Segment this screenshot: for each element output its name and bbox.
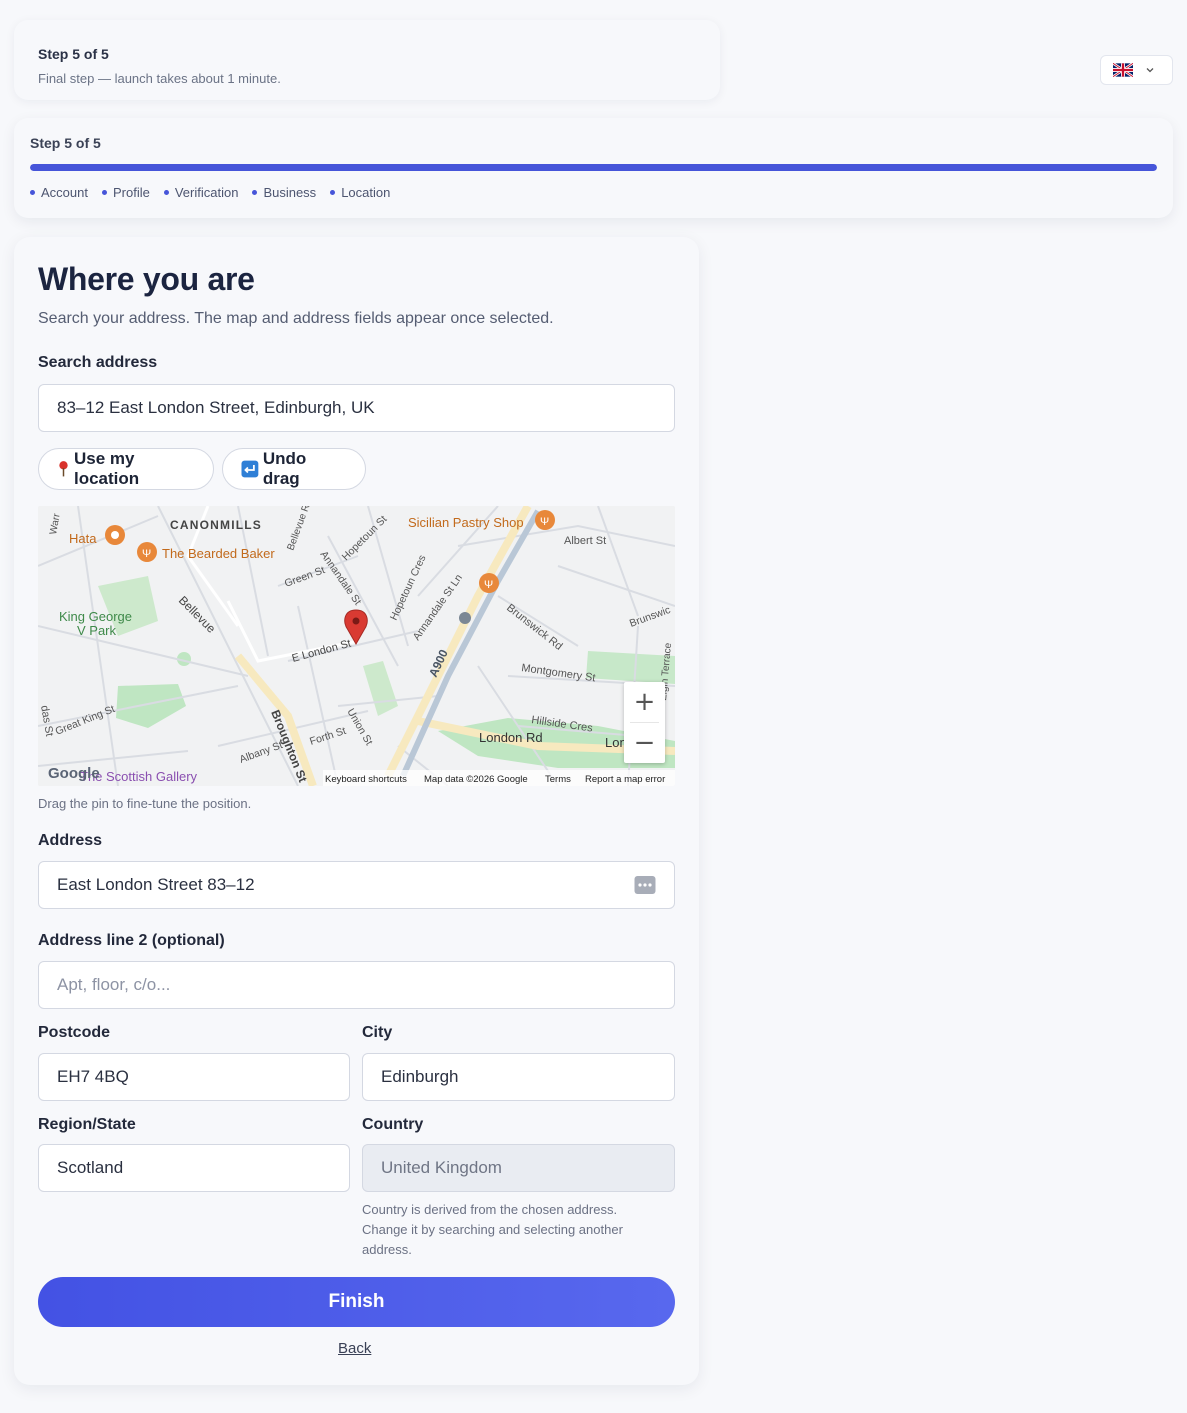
- poi-marker-hata[interactable]: [105, 525, 125, 545]
- address-value: East London Street 83–12: [57, 875, 255, 894]
- country-input: United Kingdom: [362, 1144, 675, 1192]
- step-item-business: Business: [252, 185, 316, 200]
- step-dot: [252, 190, 258, 195]
- search-address-label: Search address: [38, 354, 158, 371]
- zoom-out-button[interactable]: −: [624, 723, 665, 763]
- step-dot: [101, 190, 107, 195]
- chevron-down-icon: [1146, 68, 1154, 73]
- city-input[interactable]: Edinburgh: [362, 1053, 675, 1101]
- step-item-location: Location: [330, 185, 390, 200]
- use-my-location-label: Use my location: [74, 449, 140, 488]
- address-input[interactable]: East London Street 83–12: [38, 861, 675, 909]
- step-label: Account: [41, 185, 88, 200]
- country-label: Country: [362, 1116, 424, 1133]
- poi-marker-sicilian[interactable]: Ψ: [535, 510, 555, 530]
- step-item-account: Account: [30, 185, 88, 200]
- map-hint: Drag the pin to fine-tune the position.: [38, 796, 252, 811]
- step-dot: [30, 190, 35, 195]
- map-label-v-park: V Park: [77, 623, 117, 638]
- pushpin-icon: [59, 461, 68, 477]
- map-report-error-link[interactable]: Report a map error: [585, 774, 665, 785]
- address-line-2-input[interactable]: Apt, floor, c/o...: [38, 961, 675, 1009]
- zoom-in-button[interactable]: +: [624, 682, 665, 722]
- map-label-canonmills: CANONMILLS: [170, 518, 262, 532]
- step-label: Location: [341, 185, 391, 200]
- progress-bar: [30, 164, 1157, 171]
- map-canvas[interactable]: Hata Ψ The Bearded Baker CANONMILLS Ψ Si…: [38, 506, 675, 786]
- autofill-icon[interactable]: [634, 875, 656, 895]
- step-list: Account Profile Verification Business Lo…: [30, 185, 1157, 200]
- use-my-location-button[interactable]: Use my location: [38, 448, 214, 490]
- address-line-2-label: Address line 2 (optional): [38, 932, 225, 949]
- google-logo: Google: [48, 765, 100, 782]
- progress-bar-fill: [30, 164, 1157, 171]
- step-item-verification: Verification: [163, 185, 239, 200]
- map-keyboard-shortcuts-link[interactable]: Keyboard shortcuts: [325, 774, 407, 785]
- step-title: Step 5 of 5: [38, 46, 109, 62]
- undo-icon: [241, 460, 259, 478]
- page-title: Where you are: [38, 261, 255, 297]
- step-subtitle: Final step — launch takes about 1 minute…: [38, 71, 281, 86]
- postcode-input[interactable]: EH7 4BQ: [38, 1053, 350, 1101]
- svg-text:Ψ: Ψ: [540, 516, 549, 528]
- step-item-profile: Profile: [101, 185, 150, 200]
- step-label: Business: [263, 185, 317, 200]
- map-data-attribution: Map data ©2026 Google: [424, 774, 528, 785]
- transit-icon: [459, 612, 471, 624]
- map-label-albert-st: Albert St: [564, 535, 606, 547]
- back-link[interactable]: Back: [338, 1340, 371, 1357]
- postcode-label: Postcode: [38, 1024, 111, 1041]
- city-label: City: [362, 1024, 393, 1041]
- map-label-bearded-baker: The Bearded Baker: [162, 546, 275, 561]
- step-dot: [163, 190, 169, 195]
- language-selector[interactable]: [1100, 55, 1173, 85]
- address-label: Address: [38, 832, 103, 849]
- map-terms-link[interactable]: Terms: [545, 774, 571, 785]
- finish-button[interactable]: Finish: [38, 1277, 675, 1327]
- uk-flag-icon: [1113, 63, 1133, 77]
- map-label-hata: Hata: [69, 531, 97, 546]
- step-label: Profile: [112, 185, 150, 200]
- svg-text:Ψ: Ψ: [142, 548, 151, 560]
- progress-card: Step 5 of 5 Account Profile Verification…: [14, 118, 1173, 218]
- location-map[interactable]: Hata Ψ The Bearded Baker CANONMILLS Ψ Si…: [38, 506, 675, 786]
- poi-marker-restaurant[interactable]: Ψ: [479, 573, 499, 593]
- progress-label: Step 5 of 5: [30, 135, 101, 151]
- map-label-london-rd: London Rd: [479, 730, 543, 745]
- step-header-card: Step 5 of 5 Final step — launch takes ab…: [14, 20, 720, 100]
- map-zoom-controls: + −: [624, 682, 665, 763]
- step-dot: [330, 190, 336, 195]
- search-address-input[interactable]: 83–12 East London Street, Edinburgh, UK: [38, 384, 675, 432]
- map-label-king-george: King George: [59, 609, 132, 624]
- poi-marker-bearded-baker[interactable]: Ψ: [137, 542, 157, 562]
- region-input[interactable]: Scotland: [38, 1144, 350, 1192]
- map-label-sicilian-pastry-shop: Sicilian Pastry Shop: [408, 515, 524, 530]
- page-subtitle: Search your address. The map and address…: [38, 310, 554, 327]
- svg-text:Ψ: Ψ: [484, 579, 493, 591]
- undo-drag-label: Undo drag: [262, 449, 307, 488]
- country-note: Country is derived from the chosen addre…: [362, 1202, 623, 1257]
- undo-drag-button[interactable]: Undo drag: [222, 448, 366, 490]
- location-form-card: Where you are Search your address. The m…: [14, 237, 699, 1385]
- region-label: Region/State: [38, 1116, 136, 1133]
- step-label: Verification: [174, 185, 239, 200]
